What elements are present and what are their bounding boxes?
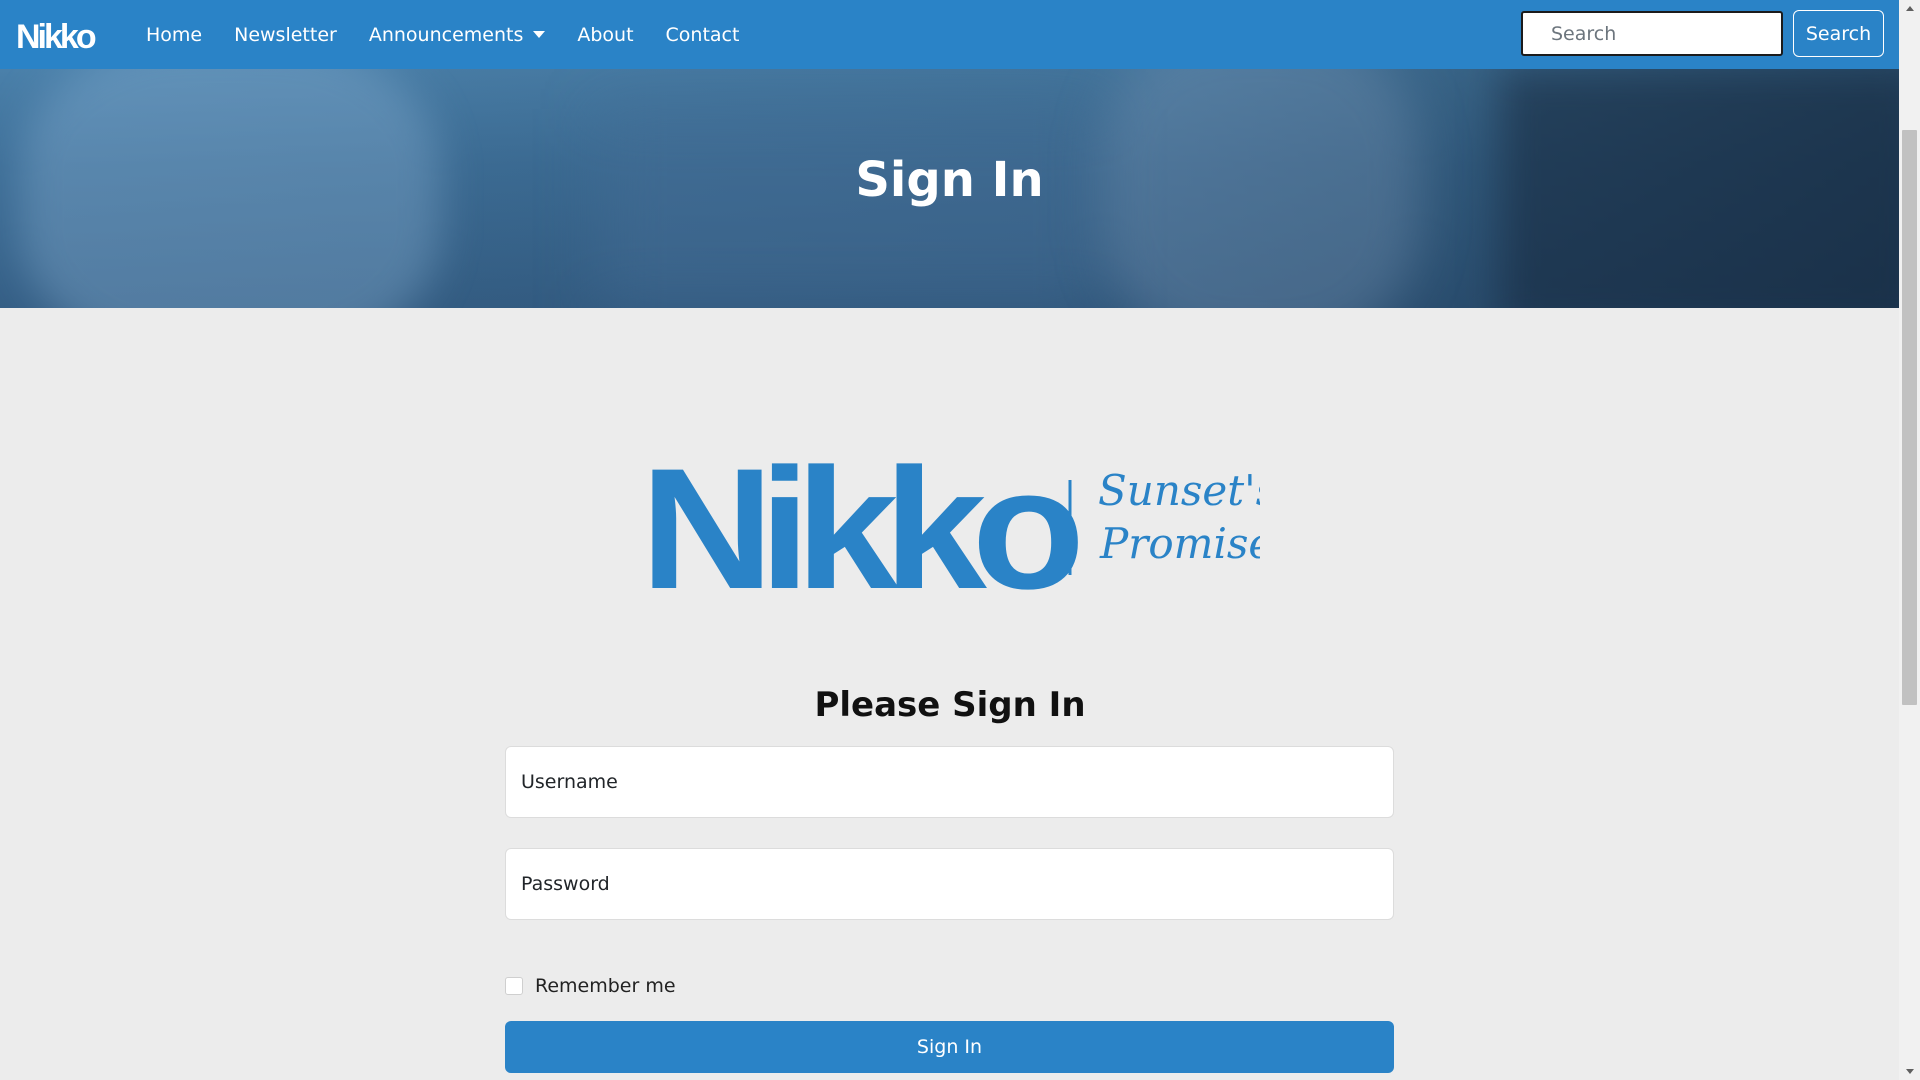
navbar: Nikko Home Newsletter Announcements Abou…: [0, 0, 1899, 69]
hero-title: Sign In: [855, 152, 1044, 208]
nav-newsletter[interactable]: Newsletter: [234, 24, 337, 46]
scroll-down-arrow-icon[interactable]: [1899, 1063, 1920, 1080]
brand-logo[interactable]: Nikko: [14, 15, 110, 55]
username-field[interactable]: [505, 746, 1394, 818]
page: Nikko Home Newsletter Announcements Abou…: [0, 0, 1899, 1080]
nav-search-form: Search: [1521, 10, 1884, 57]
form-title: Please Sign In: [814, 685, 1086, 725]
hero-background-shape: [600, 109, 1100, 308]
remember-me[interactable]: Remember me: [505, 975, 676, 997]
site-logo: Nikko Sunset's Promise: [640, 433, 1277, 625]
nav-links: Home Newsletter Announcements About Cont…: [130, 24, 755, 46]
caret-down-icon: [533, 31, 546, 38]
svg-text:Promise: Promise: [1099, 519, 1260, 568]
brand-logo-mark: Nikko: [16, 18, 99, 53]
hero-banner: Sign In: [0, 69, 1899, 308]
page-scrollbar[interactable]: [1899, 0, 1920, 1080]
nav-announcements-dropdown[interactable]: Announcements: [369, 24, 546, 46]
site-logo-image: Nikko Sunset's Promise: [640, 433, 1277, 625]
svg-text:Sunset's: Sunset's: [1098, 466, 1260, 515]
search-button[interactable]: Search: [1793, 10, 1884, 57]
svg-text:Nikko: Nikko: [16, 18, 96, 53]
remember-me-label: Remember me: [535, 975, 676, 997]
search-input[interactable]: [1521, 11, 1783, 56]
remember-me-checkbox[interactable]: [505, 977, 523, 995]
sign-in-button[interactable]: Sign In: [505, 1021, 1394, 1073]
nav-home[interactable]: Home: [146, 24, 202, 46]
password-field[interactable]: [505, 848, 1394, 920]
nav-about[interactable]: About: [577, 24, 633, 46]
nav-contact[interactable]: Contact: [666, 24, 740, 46]
scroll-up-arrow-icon[interactable]: [1899, 0, 1920, 17]
svg-text:Nikko: Nikko: [640, 440, 1079, 600]
scrollbar-thumb[interactable]: [1902, 130, 1917, 705]
nav-announcements-label: Announcements: [368, 23, 524, 46]
